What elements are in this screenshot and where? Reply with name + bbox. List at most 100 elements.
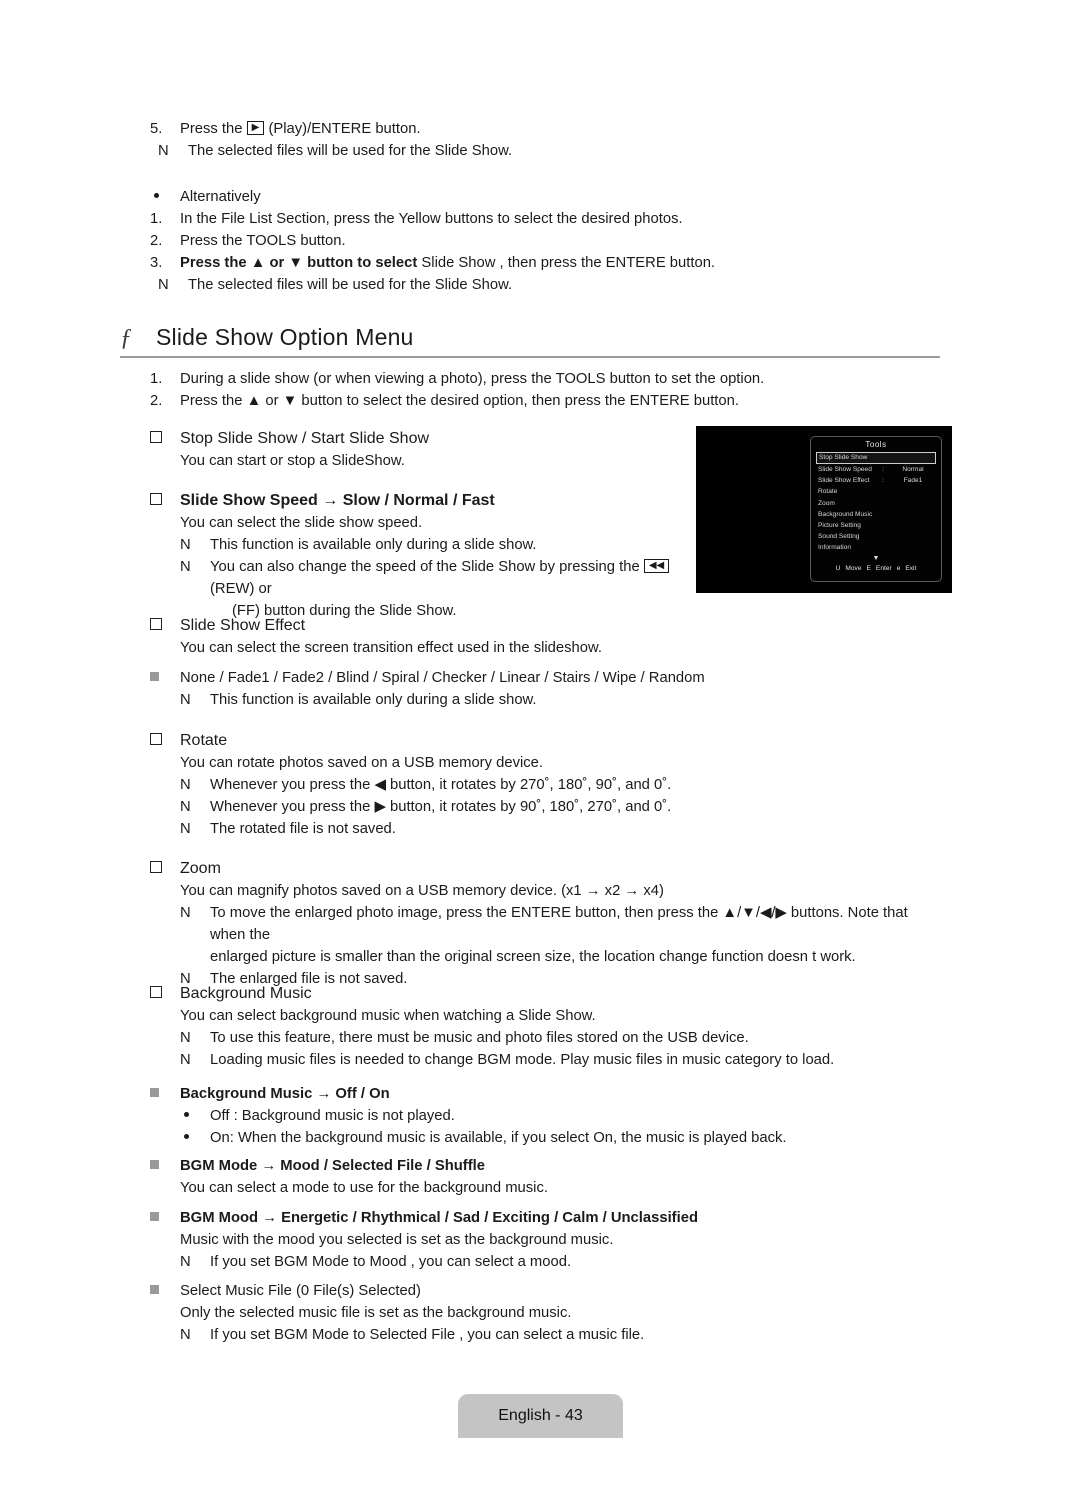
note-marker: N	[180, 1052, 191, 1068]
osd-item-colon	[877, 453, 891, 463]
option-rotate: Rotate You can rotate photos saved on a …	[150, 730, 770, 840]
legend-action-exit: Exit	[905, 564, 917, 572]
note-marker: N	[180, 905, 191, 921]
bgm-mood-block: BGM Mood → Energetic / Rhythmical / Sad …	[150, 1207, 940, 1273]
osd-item-label: Sound Setting	[818, 533, 860, 541]
step-number: 1.	[150, 371, 163, 387]
section-intro-block: 1. During a slide show (or when viewing …	[150, 368, 940, 412]
tv-osd-screenshot: Tools Stop Slide Show Slide Show Speed :…	[696, 426, 952, 593]
page-title: Slide Show Option Menu	[156, 324, 414, 350]
note-row: N To use this feature, there must be mus…	[180, 1027, 940, 1049]
legend-action-enter: Enter	[875, 564, 892, 572]
bgm-dot-row: Off : Background music is not played.	[180, 1105, 940, 1127]
bgm-body-row: Only the selected music file is set as t…	[180, 1302, 940, 1324]
option-body: You can magnify photos saved on a USB me…	[180, 883, 664, 899]
osd-item-zoom[interactable]: Zoom	[816, 498, 936, 509]
option-body: You can select the slide show speed.	[180, 515, 423, 531]
note-marker: N	[180, 1254, 191, 1270]
checkbox-square-icon	[150, 428, 180, 450]
bgm-title: BGM Mood → Energetic / Rhythmical / Sad …	[180, 1210, 698, 1226]
bgm-onoff-block: Background Music → Off / On Off : Backgr…	[150, 1083, 940, 1149]
osd-item-rotate[interactable]: Rotate	[816, 486, 936, 497]
rew-icon: ◀◀	[643, 559, 670, 574]
osd-item-slide-show-speed[interactable]: Slide Show Speed : Normal	[816, 464, 936, 475]
option-body: You can select background music when wat…	[180, 1008, 596, 1024]
step-number: 3.	[150, 255, 163, 271]
option-title: Slide Show Effect	[180, 617, 306, 634]
note-row: N Whenever you press the ▶ button, it ro…	[180, 796, 770, 818]
bgm-title: BGM Mode → Mood / Selected File / Shuffl…	[180, 1158, 485, 1174]
note-row: N If you set BGM Mode to Selected File ,…	[180, 1324, 940, 1346]
option-title-row: Rotate	[150, 730, 770, 752]
note-marker: N	[180, 777, 191, 793]
step-row: 2. Press the TOOLS button.	[150, 230, 940, 252]
note-marker: N	[180, 821, 191, 837]
option-slide-show-speed: Slide Show Speed → Slow / Normal / Fast …	[150, 490, 710, 622]
osd-item-slide-show-effect[interactable]: Slide Show Effect : Fade1	[816, 475, 936, 486]
option-body-row: You can select the slide show speed.	[180, 512, 710, 534]
bgm-body: Only the selected music file is set as t…	[180, 1305, 572, 1321]
osd-item-sound-setting[interactable]: Sound Setting	[816, 531, 936, 542]
legend-key-exit: e	[896, 564, 901, 572]
note-text: To use this feature, there must be music…	[210, 1030, 749, 1046]
osd-item-colon: :	[882, 466, 884, 473]
note-continuation: enlarged picture is smaller than the ori…	[210, 949, 856, 965]
osd-item-picture-setting[interactable]: Picture Setting	[816, 520, 936, 531]
bgm-body: Music with the mood you selected is set …	[180, 1232, 614, 1248]
note-text: Loading music files is needed to change …	[210, 1052, 835, 1068]
option-title-row: Background Music	[150, 983, 940, 1005]
option-body-row: You can start or stop a SlideShow.	[180, 450, 710, 472]
osd-item-background-music[interactable]: Background Music	[816, 509, 936, 520]
step-number: 5.	[150, 121, 163, 137]
note-marker: N	[180, 1327, 191, 1343]
option-stop-slide-show: Stop Slide Show / Start Slide Show You c…	[150, 428, 710, 472]
osd-item-label: Slide Show Speed	[818, 466, 872, 473]
note-row: N This function is available only during…	[180, 689, 770, 711]
note-text: Whenever you press the ▶ button, it rota…	[210, 799, 672, 815]
step-text: Press the ▶ (Play)/ENTERE button.	[180, 118, 940, 140]
option-title-row: Slide Show Speed → Slow / Normal / Fast	[150, 490, 710, 512]
option-slide-show-effect: Slide Show Effect You can select the scr…	[150, 615, 770, 711]
bgm-mode-block: BGM Mode → Mood / Selected File / Shuffl…	[150, 1155, 940, 1199]
option-title: Background Music	[180, 985, 312, 1002]
step-text: During a slide show (or when viewing a p…	[180, 371, 765, 387]
osd-item-label: Slide Show Effect	[818, 477, 870, 485]
legend-action-move: Move	[845, 564, 862, 572]
top-steps-block: 5. Press the ▶ (Play)/ENTERE button. N T…	[150, 118, 940, 296]
osd-item-stop-slide-show[interactable]: Stop Slide Show	[816, 452, 936, 464]
option-title: Rotate	[180, 732, 228, 749]
step-row: 2. Press the ▲ or ▼ button to select the…	[150, 390, 940, 412]
note-cont-row: enlarged picture is smaller than the ori…	[180, 946, 940, 968]
bgm-title: Select Music File (0 File(s) Selected)	[180, 1283, 421, 1299]
bgm-dot-text: On: When the background music is availab…	[210, 1130, 787, 1146]
option-body: You can select the screen transition eff…	[180, 640, 602, 656]
note-row: N You can also change the speed of the S…	[180, 556, 710, 600]
step-row: 1. In the File List Section, press the Y…	[150, 208, 940, 230]
osd-item-value: Normal	[902, 466, 924, 473]
note-marker: N	[158, 277, 169, 293]
step-text: In the File List Section, press the Yell…	[180, 211, 683, 227]
note-text: You can also change the speed of the Sli…	[210, 556, 710, 600]
option-values-row: None / Fade1 / Fade2 / Blind / Spiral / …	[150, 667, 770, 689]
option-body-row: You can rotate photos saved on a USB mem…	[180, 752, 770, 774]
legend-key-enter: E	[866, 564, 871, 572]
osd-item-colon: :	[882, 477, 884, 485]
bgm-dot-row: On: When the background music is availab…	[180, 1127, 940, 1149]
note-marker: N	[158, 143, 169, 159]
note-text: To move the enlarged photo image, press …	[210, 905, 908, 943]
select-music-file-block: Select Music File (0 File(s) Selected) O…	[150, 1280, 940, 1346]
scroll-down-arrow-icon[interactable]: ▼	[816, 555, 936, 564]
osd-item-label: Zoom	[818, 499, 835, 507]
alternatively-row: Alternatively	[150, 186, 940, 208]
osd-item-label: Background Music	[818, 510, 873, 518]
bgm-body: You can select a mode to use for the bac…	[180, 1180, 548, 1196]
note-marker: N	[180, 559, 191, 575]
step-text-bold: Press the ▲ or ▼ button to select	[180, 255, 422, 271]
option-body-row: You can magnify photos saved on a USB me…	[180, 880, 940, 902]
note-row: N The rotated file is not saved.	[180, 818, 770, 840]
option-title: Slide Show Speed → Slow / Normal / Fast	[180, 492, 495, 509]
note-text: The selected files will be used for the …	[188, 143, 513, 159]
osd-item-information[interactable]: Information	[816, 542, 936, 553]
note-row: N Loading music files is needed to chang…	[180, 1049, 940, 1071]
note-row: N The selected files will be used for th…	[158, 274, 940, 296]
